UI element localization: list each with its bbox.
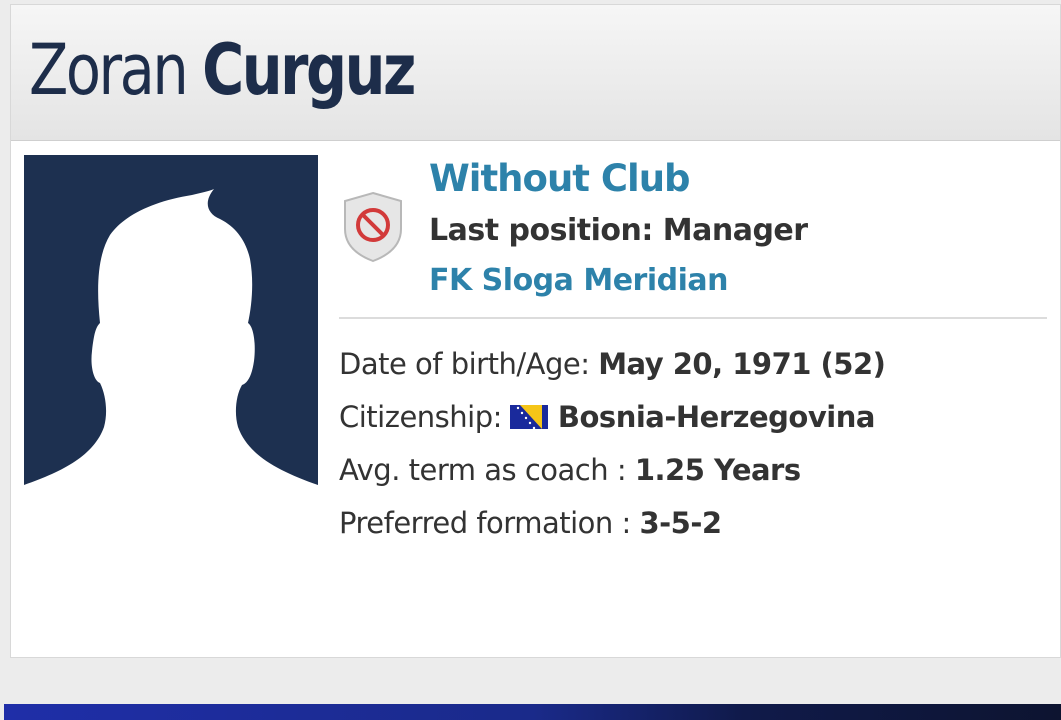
profile-photo-placeholder [24,155,318,503]
first-name: Zoran [29,29,189,111]
avg-term-label: Avg. term as coach : [339,453,627,487]
last-club-link[interactable]: FK Sloga Meridian [429,263,729,298]
club-status-link[interactable]: Without Club [429,157,691,200]
dob-label: Date of birth/Age: [339,347,590,381]
bosnia-flag-icon [509,405,548,429]
profile-card: Zoran Curguz Without Club Last position:… [10,4,1061,658]
last-position: Last position: Manager [429,213,808,248]
dob-row: Date of birth/Age: May 20, 1971 (52) [339,347,886,381]
avg-term-row: Avg. term as coach : 1.25 Years [339,453,801,487]
citizenship-row: Citizenship: Bosnia-Herzegovina [339,400,875,434]
citizenship-value: Bosnia-Herzegovina [557,400,876,434]
person-silhouette-icon [24,155,318,503]
formation-row: Preferred formation : 3-5-2 [339,506,722,540]
divider [339,317,1047,319]
formation-label: Preferred formation : [339,506,631,540]
last-name: Curguz [202,29,416,111]
dob-value: May 20, 1971 (52) [598,347,886,381]
profile-header: Zoran Curguz [11,5,1060,141]
bottom-banner [4,704,1061,720]
person-name: Zoran Curguz [29,29,416,111]
formation-value: 3-5-2 [639,506,722,540]
no-entry-shield-icon [341,191,405,263]
citizenship-label: Citizenship: [339,400,502,434]
avg-term-value: 1.25 Years [634,453,801,487]
